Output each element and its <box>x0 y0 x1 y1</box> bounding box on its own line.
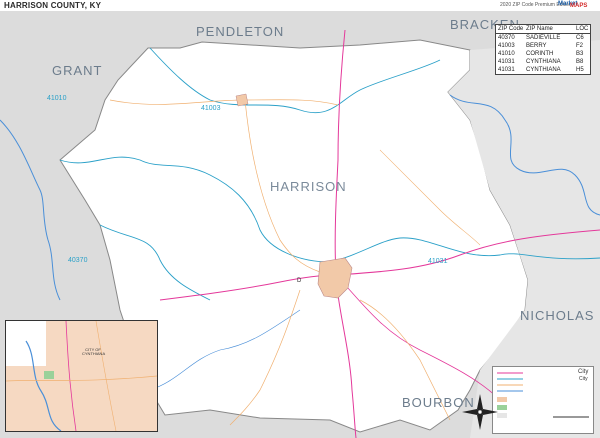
zip-code: 41010 <box>498 51 515 57</box>
inset-label: CITY OF CYNTHIANA <box>82 347 106 356</box>
zip-code: 41031 <box>498 59 515 65</box>
header-bar: HARRISON COUNTY, KY 2020 ZIP Code Premiu… <box>0 0 600 11</box>
zip-table-row: 41031 CYNTHIANA H5 <box>496 66 590 74</box>
zip-name: SADIEVILLE <box>526 35 561 41</box>
inset-park <box>44 371 54 379</box>
town-marker-d: D <box>297 278 302 284</box>
zip-name: CYNTHIANA <box>526 67 561 73</box>
zip-code-table: ZIP Code ZIP Name LOC 40370 SADIEVILLE C… <box>495 24 591 75</box>
berry-town-area <box>235 93 249 107</box>
zip-name: CYNTHIANA <box>526 59 561 65</box>
zip-label-40370: 40370 <box>68 257 88 264</box>
inset-map-cynthiana[interactable]: CITY OF CYNTHIANA <box>5 320 158 432</box>
zip-table-row: 41010 CORINTH B3 <box>496 50 590 58</box>
county-label-grant: GRANT <box>52 63 103 78</box>
zip-loc: B8 <box>576 59 584 65</box>
zip-code: 41031 <box>498 67 515 73</box>
compass-rose-icon <box>462 394 498 430</box>
zip-label-41031: 41031 <box>428 258 448 265</box>
zip-col-code: ZIP Code <box>498 26 524 32</box>
zip-loc: B3 <box>576 51 584 57</box>
logo-text-2: MAPS <box>570 3 588 9</box>
zip-loc: H5 <box>576 67 584 73</box>
county-label-nicholas: NICHOLAS <box>520 308 595 323</box>
legend-city-title: City <box>578 369 589 375</box>
zip-table-header: ZIP Code ZIP Name LOC <box>496 25 590 34</box>
zip-label-41010: 41010 <box>47 95 67 102</box>
zip-label-41003: 41003 <box>201 105 221 112</box>
county-label-harrison: HARRISON <box>270 179 347 194</box>
zip-loc: C6 <box>576 35 584 41</box>
county-label-pendleton: PENDLETON <box>196 24 285 39</box>
map-title: HARRISON COUNTY, KY <box>4 1 102 10</box>
inset-map-svg <box>6 321 157 431</box>
legend-city-sub: City <box>579 376 588 382</box>
zip-code: 40370 <box>498 35 515 41</box>
zip-code: 41003 <box>498 43 515 49</box>
publisher-logo: Market MAPS <box>556 0 588 11</box>
zip-table-row: 41003 BERRY F2 <box>496 42 590 50</box>
zip-col-name: ZIP Name <box>526 26 553 32</box>
zip-name: BERRY <box>526 43 547 49</box>
legend-svg <box>497 372 589 418</box>
zip-loc: F2 <box>576 43 584 49</box>
inset-outside-area <box>6 321 46 366</box>
map-legend: City City <box>492 366 594 434</box>
zip-col-loc: LOC <box>576 26 589 32</box>
zip-name: CORINTH <box>526 51 554 57</box>
zip-table-row: 41031 CYNTHIANA B8 <box>496 58 590 66</box>
zip-table-row: 40370 SADIEVILLE C6 <box>496 34 590 42</box>
